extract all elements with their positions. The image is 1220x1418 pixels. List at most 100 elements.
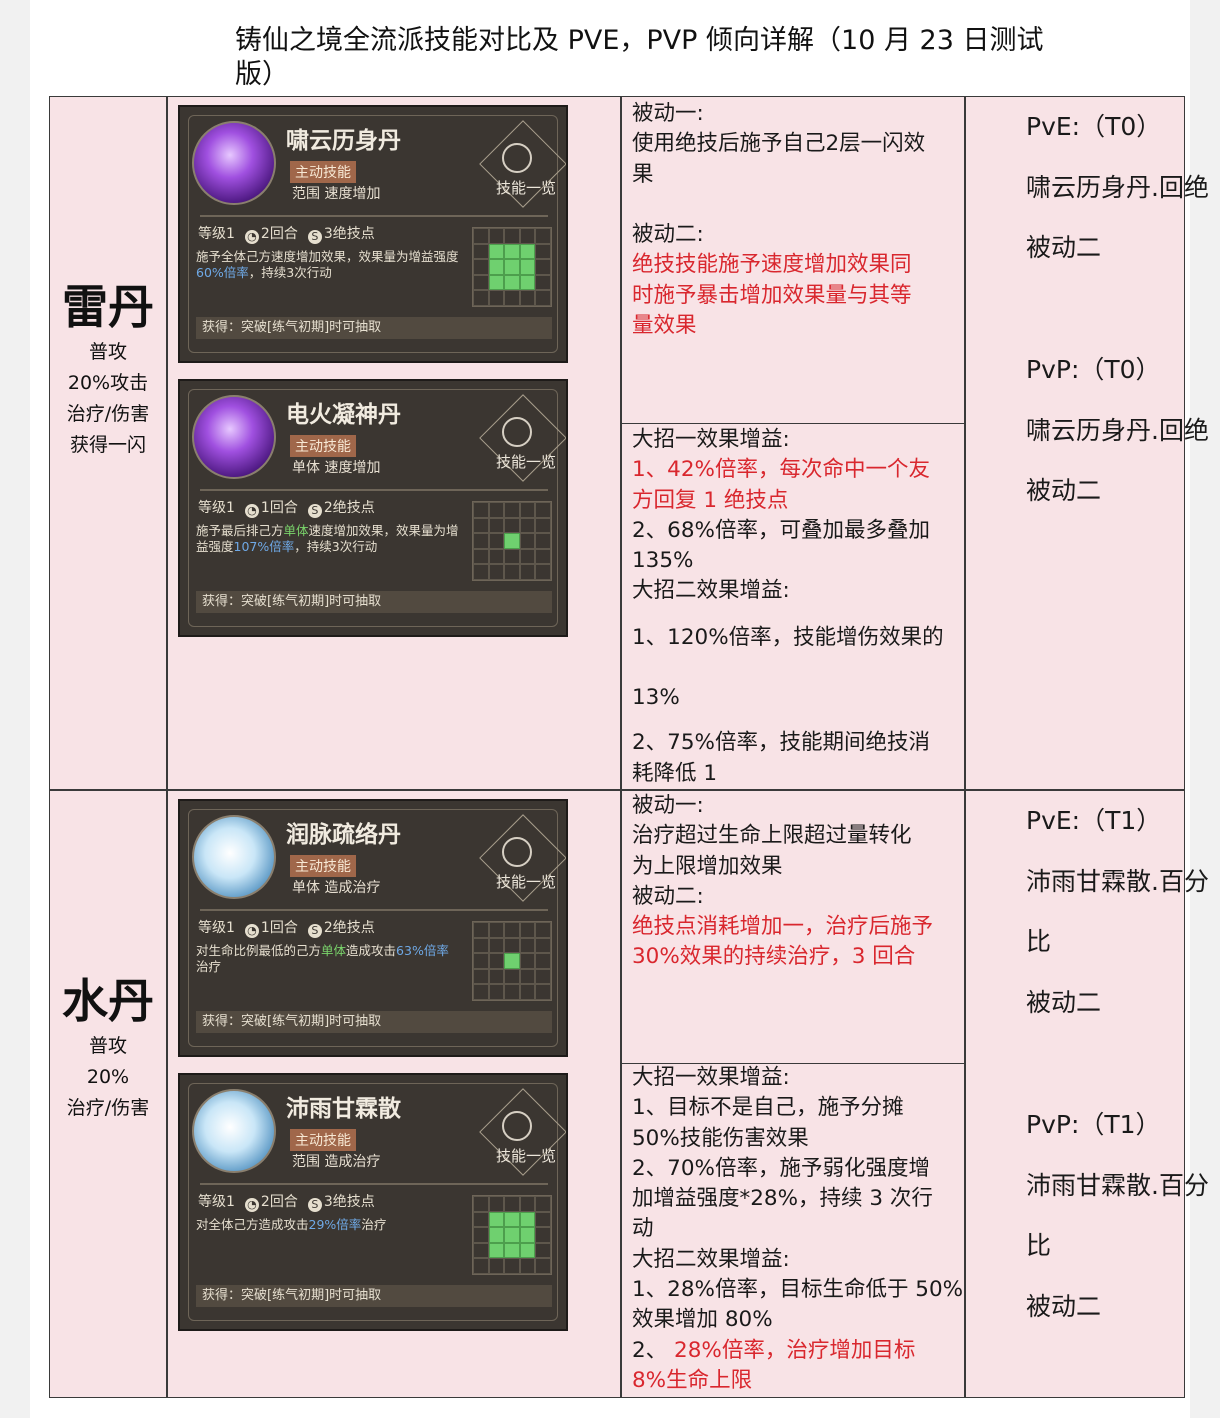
category-note: 20% [86, 1066, 130, 1088]
skill-badge: 主动技能 [290, 161, 356, 183]
skill-level: 等级1 [198, 1194, 235, 1210]
skill-desc: 对生命比例最低的己方单体造成攻击63%倍率治疗 [196, 943, 449, 974]
pvp-line: 被动二 [1026, 1291, 1102, 1321]
passive-2-line: 绝技点消耗增加一，治疗后施予 [632, 914, 934, 940]
passive-2-line: 量效果 [632, 313, 697, 339]
area-grid [472, 501, 552, 581]
skill-list-label: 技能一览 [495, 453, 556, 471]
ult-1-line: 135% [632, 548, 694, 574]
skill-list-icon [502, 1111, 532, 1141]
passive-1-line: 治疗超过生命上限超过量转化 [632, 823, 912, 849]
area-grid [472, 921, 552, 1001]
title-line-1: 铸仙之境全流派技能对比及 PVE，PVP 倾向详解（10 月 23 日测试 [235, 25, 1044, 56]
area-grid [472, 1195, 552, 1275]
skill-acquire: 获得：突破[练气初期]时可抽取 [196, 1011, 552, 1033]
skill-stats: 等级1 ◔ 1回合 S 2绝技点 [198, 497, 375, 518]
pvp-line: 沛雨甘霖散.百分 [1026, 1170, 1209, 1200]
skill-type: 单体 造成治疗 [292, 880, 381, 896]
turn-icon: ◔ [244, 1198, 259, 1212]
document-title: 铸仙之境全流派技能对比及 PVE，PVP 倾向详解（10 月 23 日测试 版） [235, 24, 1055, 92]
ult-2-line: 1、28%倍率，目标生命低于 50% [632, 1277, 964, 1303]
ult-1-label: 大招一效果增益: [632, 1065, 790, 1090]
skill-turns: 2回合 [260, 1194, 298, 1210]
passive-1-label: 被动一: [632, 793, 704, 818]
passive-2-line: 时施予暴击增加效果量与其等 [632, 282, 912, 308]
skill-card: 电火凝神丹 主动技能 单体 速度增加 技能一览 等级1 ◔ 1回合 S 2绝技点 施予最… [178, 379, 568, 637]
area-grid [472, 227, 552, 307]
point-icon: S [307, 1198, 322, 1212]
point-icon: S [307, 504, 322, 518]
ult-2-label: 大招二效果增益: [632, 578, 790, 604]
category-note: 20%攻击 [67, 372, 149, 394]
ult-1-line: 2、70%倍率，施予弱化强度增 [632, 1155, 930, 1181]
pvp-line: 比 [1026, 1231, 1052, 1261]
skill-desc: 施予最后排己方单体速度增加效果，效果量为增益强度107%倍率，持续3次行动 [196, 523, 459, 554]
ult-1-line: 50%技能伤害效果 [632, 1125, 809, 1151]
ultimate-cell: 大招一效果增益: 1、42%倍率，每次命中一个友 方回复 1 绝技点 2、68%… [632, 425, 944, 789]
skill-desc: 对全体己方造成攻击29%倍率治疗 [196, 1217, 387, 1232]
pve-line: 被动二 [1026, 233, 1102, 263]
title-line-2: 版） [235, 59, 289, 90]
category-water: 水丹 普攻 20% 治疗/伤害 [50, 971, 166, 1124]
skill-turns: 1回合 [260, 500, 298, 516]
passive-cell: 被动一: 使用绝技后施予自己2层一闪效 果 被动二: 绝技技能施予速度增加效果同… [632, 99, 925, 341]
skill-level: 等级1 [198, 500, 235, 516]
ult-1-line: 方回复 1 绝技点 [632, 487, 789, 513]
ult-1-line: 2、68%倍率，可叠加最多叠加 [632, 517, 930, 543]
skill-card: 啸云历身丹 主动技能 范围 速度增加 技能一览 等级1 ◔ 2回合 S 3绝技点 施予全… [178, 105, 568, 363]
passive-2-label: 被动二: [632, 883, 704, 909]
turn-icon: ◔ [244, 504, 259, 518]
category-thunder: 雷丹 普攻 20%攻击 治疗/伤害 获得一闪 [50, 277, 166, 461]
category-note: 治疗/伤害 [66, 403, 150, 425]
pvp-heading: PvP:（T0） [1026, 355, 1161, 384]
skill-badge: 主动技能 [290, 1129, 356, 1151]
skill-acquire: 获得：突破[练气初期]时可抽取 [196, 591, 552, 613]
passive-1-line: 使用绝技后施予自己2层一闪效 [632, 131, 926, 157]
skill-stats: 等级1 ◔ 1回合 S 2绝技点 [198, 917, 375, 938]
skill-card: 润脉疏络丹 主动技能 单体 造成治疗 技能一览 等级1 ◔ 1回合 S 2绝技点 对生命… [178, 799, 568, 1057]
skill-points: 3绝技点 [323, 226, 375, 242]
ult-2-line: 13% [632, 685, 680, 711]
category-note: 治疗/伤害 [66, 1097, 150, 1119]
ult-1-label: 大招一效果增益: [632, 427, 790, 452]
ult-2-line: 2、75%倍率，技能期间绝技消 [632, 730, 930, 756]
passive-1-line: 为上限增加效果 [632, 853, 783, 879]
turn-icon: ◔ [244, 924, 259, 938]
ult-2-line: 耗降低 1 [632, 760, 718, 786]
passive-2-line: 30%效果的持续治疗，3 回合 [632, 944, 916, 970]
water-orb-icon [192, 815, 276, 899]
comparison-table: 雷丹 普攻 20%攻击 治疗/伤害 获得一闪 啸云历身丹 主动技能 范围 速度增… [49, 96, 1209, 1398]
ult-1-line: 加增益强度*28%，持续 3 次行 [632, 1186, 933, 1212]
purple-figure-icon [192, 121, 276, 205]
skill-type: 单体 速度增加 [292, 460, 381, 476]
skill-list-icon [502, 837, 532, 867]
category-note: 普攻 [88, 341, 127, 363]
pvp-line: 被动二 [1026, 476, 1102, 506]
skill-list-label: 技能一览 [495, 179, 556, 197]
ult-2-line: 效果增加 80% [632, 1307, 773, 1333]
skill-card: 沛雨甘霖散 主动技能 范围 造成治疗 技能一览 等级1 ◔ 2回合 S 3绝技点 对全体… [178, 1073, 568, 1331]
skill-type: 范围 造成治疗 [292, 1154, 381, 1170]
ult-2-line: 1、120%倍率，技能增伤效果的 [632, 624, 944, 650]
pve-line: 被动二 [1026, 987, 1102, 1017]
point-icon: S [307, 924, 322, 938]
ult-1-line: 动 [632, 1216, 654, 1242]
tier-pve: PvE:（T1） 沛雨甘霖散.百分 比 被动二 [1026, 791, 1209, 1033]
turn-icon: ◔ [244, 230, 259, 244]
skill-list-icon [502, 143, 532, 173]
ult-1-line: 1、42%倍率，每次命中一个友 [632, 457, 930, 483]
pve-line: 啸云历身丹.回绝 [1026, 172, 1209, 202]
skill-turns: 1回合 [260, 920, 298, 936]
passive-2-line: 绝技技能施予速度增加效果同 [632, 252, 912, 278]
skill-turns: 2回合 [260, 226, 298, 242]
skill-acquire: 获得：突破[练气初期]时可抽取 [196, 1285, 552, 1307]
passive-1-label: 被动一: [632, 101, 704, 126]
pve-line: 沛雨甘霖散.百分 [1026, 866, 1209, 896]
skill-badge: 主动技能 [290, 435, 356, 457]
category-name: 水丹 [62, 974, 154, 1028]
category-name: 雷丹 [62, 280, 154, 334]
pve-heading: PvE:（T0） [1026, 112, 1162, 141]
skill-points: 2绝技点 [323, 920, 375, 936]
skill-list-icon [502, 417, 532, 447]
water-orb-icon [192, 1089, 276, 1173]
